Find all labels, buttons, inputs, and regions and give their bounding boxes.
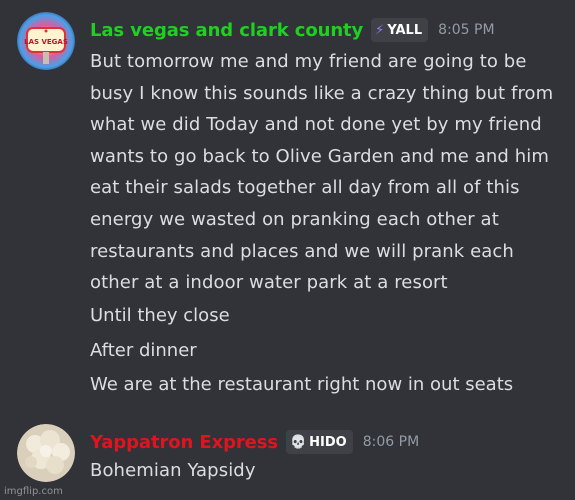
username[interactable]: Las vegas and clark county	[90, 20, 363, 41]
guild-tag-label: YALL	[387, 22, 423, 38]
chat-log: LAS VEGAS Las vegas and clark county ⚡ Y…	[0, 0, 575, 500]
guild-tag[interactable]: ⚡ YALL	[371, 18, 429, 42]
message-content: Yappatron Express 💀 HIDO 8:06 PM Bohemia…	[90, 420, 565, 487]
message-text: We are at the restaurant right now in ou…	[90, 374, 514, 396]
avatar[interactable]	[17, 424, 75, 482]
vegas-sign-avatar-icon: LAS VEGAS	[17, 12, 75, 70]
lightning-icon: ⚡	[375, 22, 385, 38]
message-text: Bohemian Yapsidy	[90, 460, 256, 481]
guild-tag-label: HIDO	[309, 434, 347, 450]
message-text: After dinner	[90, 339, 197, 361]
message-text: Until they close	[90, 304, 230, 326]
guild-tag[interactable]: 💀 HIDO	[285, 430, 353, 454]
username[interactable]: Yappatron Express	[90, 432, 278, 453]
cauliflower-avatar-icon	[17, 424, 75, 482]
avatar[interactable]: LAS VEGAS	[17, 12, 75, 70]
skull-icon: 💀	[289, 434, 307, 450]
message-content: Las vegas and clark county ⚡ YALL 8:05 P…	[90, 8, 565, 403]
timestamp[interactable]: 8:05 PM	[438, 22, 494, 38]
message-text: But tomorrow me and my friend are going …	[90, 51, 554, 294]
watermark: imgflip.com	[4, 486, 63, 497]
timestamp[interactable]: 8:06 PM	[363, 434, 419, 450]
svg-text:LAS VEGAS: LAS VEGAS	[24, 38, 68, 46]
